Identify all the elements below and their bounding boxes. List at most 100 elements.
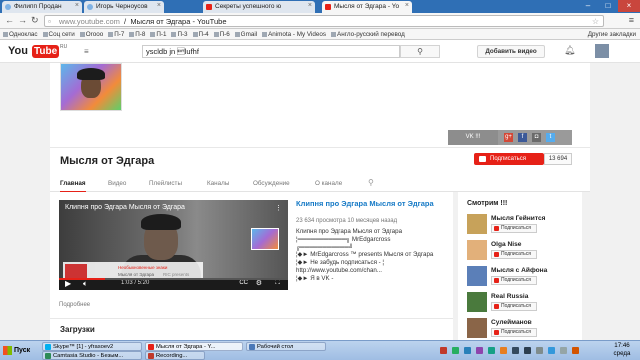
url-input[interactable]: ▫ www.youtube.com / Мысля от Эдгара - Yo… [44,15,604,27]
taskbar-item[interactable]: Skype™ [1] - yfrasoev2 [42,342,142,351]
bookmark-item[interactable]: П-3 [171,29,188,40]
featured-channel-name[interactable]: Real Russia [491,293,528,300]
bookmark-item[interactable]: Одноклас [3,29,38,40]
taskbar-item[interactable]: Recording... [145,351,205,360]
tray-app-icon[interactable] [512,347,519,354]
captions-icon[interactable]: CC [239,280,248,286]
player-title[interactable]: Клипня про Эдгара Мысля от Эдгара [65,204,185,211]
guide-menu-icon[interactable]: ≡ [84,47,89,56]
featured-channel-item[interactable]: Real Russia Подписаться [467,292,581,318]
browser-tab[interactable]: Филипп Продан × [2,1,82,13]
tray-app-icon[interactable] [524,347,531,354]
channel-thumbnail[interactable] [467,240,487,260]
close-window-icon[interactable]: × [618,0,640,12]
browser-tab[interactable]: Секреты успешного ю × [203,1,315,13]
play-icon[interactable]: ▶ [65,279,71,288]
account-avatar[interactable] [595,44,609,58]
featured-channel-subscribe-button[interactable]: Подписаться [491,276,537,285]
bookmark-item[interactable]: П-7 [108,29,124,40]
tab-videos[interactable]: Видео [108,176,126,193]
bookmark-item[interactable]: Animota - My Videos [262,29,326,40]
settings-gear-icon[interactable]: ⚙ [256,279,262,287]
channel-thumbnail[interactable] [467,292,487,312]
twitter-icon[interactable]: t [546,133,555,142]
tab-about[interactable]: О канале [315,176,342,193]
tray-app-icon[interactable] [476,347,483,354]
bookmark-folder[interactable]: Соц сети [42,29,75,40]
bookmark-item[interactable]: П-1 [150,29,166,40]
player-progress-bar[interactable] [59,278,288,280]
channel-avatar[interactable] [60,63,122,111]
tab-home[interactable]: Главная [60,176,86,193]
taskbar-item[interactable]: Camtasia Studio - Безым... [42,351,142,360]
channel-thumbnail[interactable] [467,318,487,338]
featured-channel-item[interactable]: Мысля с Айфона Подписаться [467,266,581,292]
uploads-heading[interactable]: Загрузки [60,325,95,334]
network-icon[interactable] [548,347,555,354]
featured-channel-name[interactable]: Olga Nise [491,241,521,248]
taskbar-item[interactable]: Рабочий стол [246,342,326,351]
featured-video-title[interactable]: Клипня про Эдгара Мысля от Эдгара [296,200,446,208]
volume-tray-icon[interactable] [560,347,567,354]
bookmark-item[interactable]: Gmail [234,29,257,40]
tray-app-icon[interactable] [536,347,543,354]
page-info-icon[interactable]: ▫ [48,16,51,27]
taskbar-clock[interactable]: 17:46 среда [606,342,638,358]
featured-channel-item[interactable]: Мысля Гейнится Подписаться [467,214,581,240]
bookmark-item[interactable]: П-6 [213,29,230,40]
google-plus-icon[interactable]: g+ [504,133,513,142]
close-tab-icon[interactable]: × [75,2,79,9]
channel-title[interactable]: Мысля от Эдгара [60,155,154,167]
tray-app-icon[interactable] [500,347,507,354]
video-player[interactable]: Клипня про Эдгара Мысля от Эдгара ⋮ Необ… [59,200,288,290]
fullscreen-icon[interactable]: ⛶ [275,279,280,287]
other-bookmarks-folder[interactable]: Другие закладки [588,29,636,40]
start-button[interactable]: Пуск [2,343,36,358]
tray-app-icon[interactable] [452,347,459,354]
maximize-window-icon[interactable]: □ [598,0,618,12]
volume-icon[interactable]: 🔈︎ [83,279,88,289]
bookmark-item[interactable]: П-4 [192,29,209,40]
subscribe-button[interactable]: Подписаться [474,153,544,165]
player-channel-watermark[interactable] [251,228,279,250]
tray-app-icon[interactable] [440,347,447,354]
featured-channel-name[interactable]: Мысля Гейнится [491,215,545,222]
notifications-bell-icon[interactable]: 🔔︎ [564,45,575,56]
tab-playlists[interactable]: Плейлисты [149,176,182,193]
channel-thumbnail[interactable] [467,266,487,286]
featured-channel-name[interactable]: Сулейманов [491,319,532,326]
back-icon[interactable]: ← [5,15,14,25]
search-input[interactable]: yscldb jn lufhf [142,45,400,58]
featured-channel-subscribe-button[interactable]: Подписаться [491,250,537,259]
taskbar-item-active[interactable]: Мысля от Эдгара - Y... [145,342,243,351]
youtube-logo[interactable]: You Tube RU [8,44,67,58]
close-tab-icon[interactable]: × [157,2,161,9]
browser-menu-icon[interactable]: ≡ [629,15,634,25]
featured-channel-name[interactable]: Мысля с Айфона [491,267,547,274]
tab-channels[interactable]: Каналы [207,176,229,193]
bookmark-star-icon[interactable]: ☆ [592,16,599,27]
upload-button[interactable]: Добавить видео [477,45,545,58]
channel-thumbnail[interactable] [467,214,487,234]
featured-channel-item[interactable]: Olga Nise Подписаться [467,240,581,266]
tray-app-icon[interactable] [464,347,471,354]
browser-tab-active[interactable]: Мысля от Эдгара - Yo × [322,1,412,13]
tray-app-icon[interactable] [488,347,495,354]
search-button[interactable]: ⚲ [400,45,440,58]
language-icon[interactable] [572,347,579,354]
bookmark-item[interactable]: Англо-русский перевод [331,29,405,40]
bookmark-item[interactable]: П-8 [129,29,145,40]
share-icon[interactable]: ⋮ [275,204,282,212]
close-tab-icon[interactable]: × [308,2,312,9]
bookmark-item[interactable]: Orooo [79,29,103,40]
browser-tab[interactable]: Игорь Черноусов × [84,1,164,13]
featured-channel-subscribe-button[interactable]: Подписаться [491,302,537,311]
reload-icon[interactable]: ↻ [31,15,39,26]
featured-channel-subscribe-button[interactable]: Подписаться [491,328,537,337]
vk-link[interactable]: VK !!! [448,130,498,145]
forward-icon[interactable]: → [18,15,27,25]
featured-channel-subscribe-button[interactable]: Подписаться [491,224,537,233]
read-more-link[interactable]: Подробнее [59,302,90,308]
minimize-window-icon[interactable]: – [578,0,598,12]
instagram-icon[interactable]: ◘ [532,133,541,142]
